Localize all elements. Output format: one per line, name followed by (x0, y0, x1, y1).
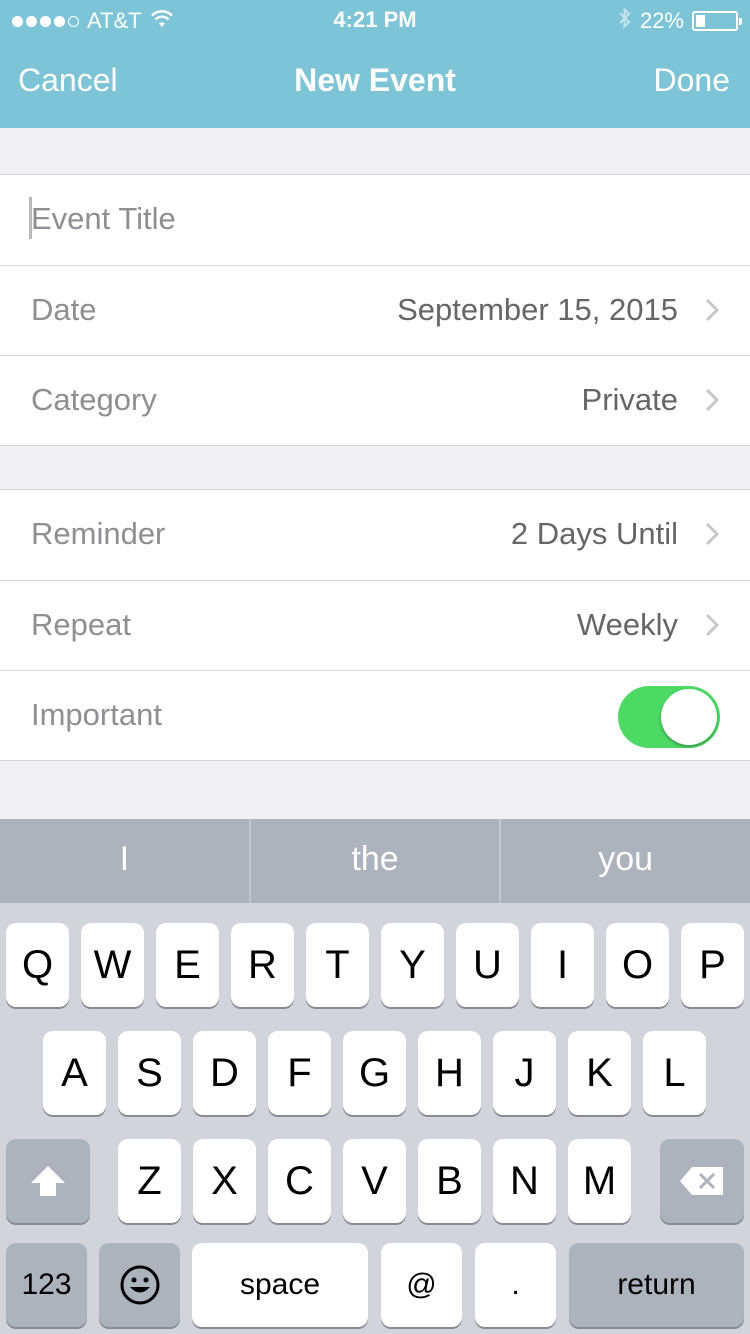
important-toggle[interactable] (618, 686, 720, 748)
return-key[interactable]: return (569, 1243, 744, 1327)
category-label: Category (31, 382, 157, 417)
key-m[interactable]: M (568, 1139, 631, 1223)
repeat-row[interactable]: Repeat Weekly (0, 580, 750, 670)
key-w[interactable]: W (81, 923, 144, 1007)
emoji-key[interactable] (99, 1243, 180, 1327)
important-label: Important (31, 697, 162, 732)
backspace-icon (680, 1167, 723, 1195)
period-key[interactable]: . (475, 1243, 556, 1327)
numbers-key[interactable]: 123 (6, 1243, 87, 1327)
toggle-knob (661, 689, 717, 745)
chevron-right-icon (705, 298, 720, 322)
key-r[interactable]: R (231, 923, 294, 1007)
key-f[interactable]: F (268, 1031, 331, 1115)
emoji-icon (120, 1265, 159, 1305)
shift-key[interactable] (6, 1139, 90, 1223)
key-g[interactable]: G (343, 1031, 406, 1115)
key-j[interactable]: J (493, 1031, 556, 1115)
date-value: September 15, 2015 (397, 292, 678, 327)
key-i[interactable]: I (531, 923, 594, 1007)
key-c[interactable]: C (268, 1139, 331, 1223)
event-options-group: Reminder 2 Days Until Repeat Weekly Impo… (0, 489, 750, 761)
key-d[interactable]: D (193, 1031, 256, 1115)
predictive-text-bar: I the you (0, 819, 750, 903)
event-title-placeholder: Event Title (31, 201, 176, 236)
key-q[interactable]: Q (6, 923, 69, 1007)
suggestion-item[interactable]: the (248, 819, 500, 903)
key-n[interactable]: N (493, 1139, 556, 1223)
event-title-field[interactable]: Event Title (0, 175, 750, 265)
at-key[interactable]: @ (381, 1243, 462, 1327)
repeat-value: Weekly (576, 607, 678, 642)
keyboard: Q W E R T Y U I O P A S D F G H J K L Z … (0, 903, 750, 1334)
key-b[interactable]: B (418, 1139, 481, 1223)
reminder-row[interactable]: Reminder 2 Days Until (0, 490, 750, 580)
key-l[interactable]: L (643, 1031, 706, 1115)
shift-icon (31, 1166, 65, 1196)
bluetooth-icon (618, 7, 632, 35)
key-u[interactable]: U (456, 923, 519, 1007)
key-e[interactable]: E (156, 923, 219, 1007)
key-k[interactable]: K (568, 1031, 631, 1115)
key-v[interactable]: V (343, 1139, 406, 1223)
space-key[interactable]: space (192, 1243, 368, 1327)
suggestion-item[interactable]: you (499, 819, 750, 903)
key-p[interactable]: P (681, 923, 744, 1007)
suggestion-item[interactable]: I (0, 819, 249, 903)
key-x[interactable]: X (193, 1139, 256, 1223)
battery-icon (692, 11, 742, 31)
chevron-right-icon (705, 388, 720, 412)
chevron-right-icon (705, 613, 720, 637)
date-row[interactable]: Date September 15, 2015 (0, 265, 750, 355)
category-row[interactable]: Category Private (0, 355, 750, 445)
key-z[interactable]: Z (118, 1139, 181, 1223)
event-details-group: Event Title Date September 15, 2015 Cate… (0, 174, 750, 446)
status-bar: AT&T 4:21 PM 22% (0, 0, 750, 40)
repeat-label: Repeat (31, 607, 131, 642)
navigation-bar: AT&T 4:21 PM 22% Cancel New Event Done (0, 0, 750, 128)
key-t[interactable]: T (306, 923, 369, 1007)
page-title: New Event (294, 62, 456, 98)
battery-percent: 22% (639, 8, 684, 33)
done-button[interactable]: Done (654, 62, 731, 99)
key-a[interactable]: A (43, 1031, 106, 1115)
category-value: Private (581, 382, 678, 417)
date-label: Date (31, 292, 97, 327)
key-y[interactable]: Y (381, 923, 444, 1007)
key-o[interactable]: O (606, 923, 669, 1007)
reminder-value: 2 Days Until (510, 516, 678, 551)
chevron-right-icon (705, 522, 720, 546)
delete-key[interactable] (660, 1139, 744, 1223)
key-h[interactable]: H (418, 1031, 481, 1115)
key-s[interactable]: S (118, 1031, 181, 1115)
reminder-label: Reminder (31, 516, 166, 551)
important-row: Important (0, 670, 750, 760)
